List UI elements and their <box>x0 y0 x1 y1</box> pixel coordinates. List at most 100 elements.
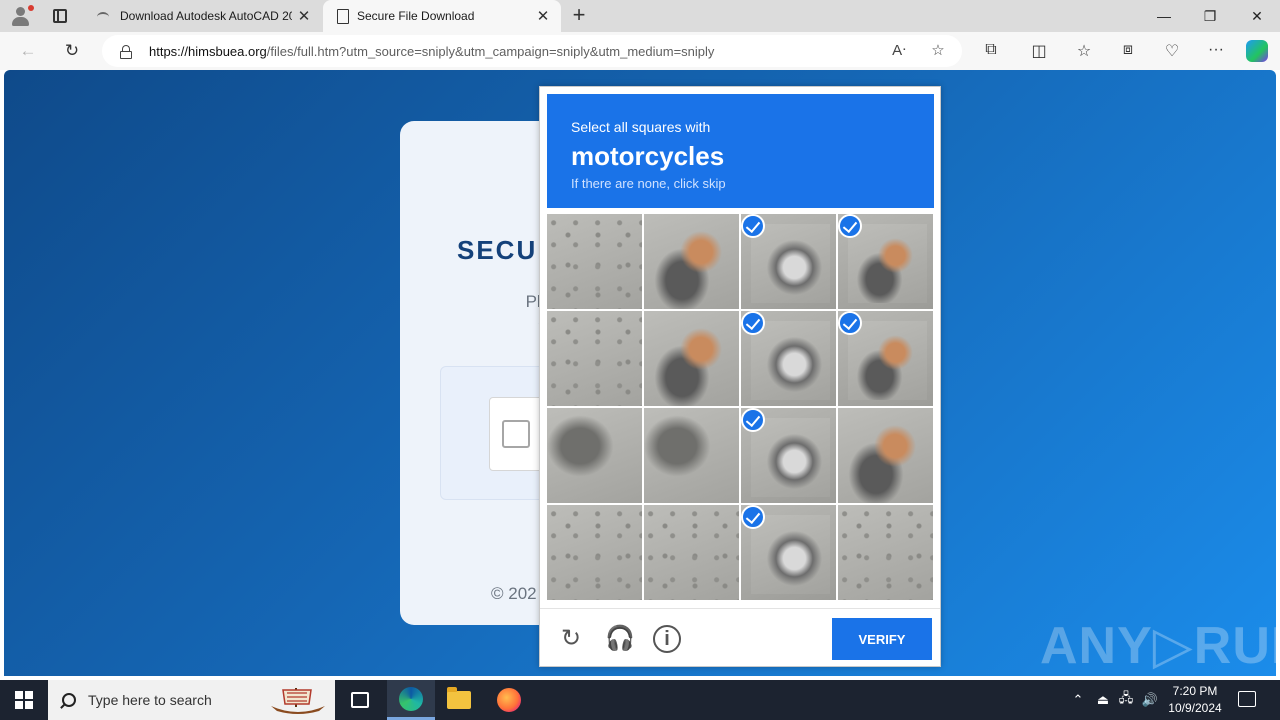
tab-title: Download Autodesk AutoCAD 20 <box>120 9 292 23</box>
read-aloud-icon[interactable]: Aᐧ <box>888 41 910 61</box>
tile-image <box>751 224 830 303</box>
notifications-icon[interactable] <box>1238 691 1256 707</box>
firefox-icon[interactable] <box>485 680 533 720</box>
tile-image <box>848 224 927 303</box>
tile-image <box>848 321 927 400</box>
tile-image <box>751 321 830 400</box>
image-tile[interactable] <box>644 214 739 309</box>
image-tile[interactable] <box>741 214 836 309</box>
tile-image <box>547 505 642 600</box>
tile-image <box>644 408 739 503</box>
image-grid <box>547 214 934 601</box>
minimize-button[interactable]: — <box>1141 0 1187 32</box>
restore-button[interactable]: ❐ <box>1187 0 1233 32</box>
copyright-text: © 202 <box>491 584 537 603</box>
copilot-icon[interactable] <box>1246 40 1268 62</box>
tile-image <box>547 311 642 406</box>
tab-close-icon[interactable]: ✕ <box>531 7 555 25</box>
selected-check-icon <box>741 505 765 529</box>
edge-taskbar-icon[interactable] <box>387 680 435 720</box>
anyrun-watermark: ANY▷RUN <box>1040 617 1276 675</box>
tile-image <box>644 505 739 600</box>
navigation-bar: ← ↻ https://himsbuea.org/files/full.htm?… <box>0 32 1280 70</box>
image-tile[interactable] <box>547 311 642 406</box>
volume-icon[interactable]: 🔊 <box>1140 680 1160 720</box>
viking-ship-icon <box>271 688 325 714</box>
collections-icon[interactable]: ⧈ <box>1117 41 1139 61</box>
tile-image <box>547 408 642 503</box>
image-tile[interactable] <box>644 408 739 503</box>
clock-time: 7:20 PM <box>1172 684 1218 698</box>
image-tile[interactable] <box>741 311 836 406</box>
tile-image <box>838 408 933 503</box>
captcha-checkbox[interactable] <box>502 420 530 448</box>
tile-image <box>547 214 642 309</box>
tile-image <box>644 214 739 309</box>
captcha-challenge: Select all squares with motorcycles If t… <box>539 86 941 667</box>
file-explorer-icon[interactable] <box>435 680 483 720</box>
audio-challenge-icon[interactable]: 🎧 <box>605 625 635 653</box>
tab-autocad[interactable]: Download Autodesk AutoCAD 20 ✕ <box>86 0 322 32</box>
selected-check-icon <box>741 214 765 238</box>
image-tile[interactable] <box>547 408 642 503</box>
network-icon[interactable]: 🖧 <box>1116 680 1136 720</box>
image-tile[interactable] <box>838 505 933 600</box>
selected-check-icon <box>838 311 862 335</box>
search-icon <box>62 693 76 707</box>
back-button[interactable]: ← <box>15 39 41 63</box>
usb-icon[interactable]: ⏏ <box>1094 680 1112 720</box>
show-hidden-icons-chevron[interactable]: ⌃ <box>1068 680 1088 720</box>
tile-image <box>751 515 830 594</box>
image-tile[interactable] <box>644 311 739 406</box>
challenge-hint: If there are none, click skip <box>571 176 726 191</box>
tab-bar: Download Autodesk AutoCAD 20 ✕ Secure Fi… <box>0 0 1280 32</box>
image-tile[interactable] <box>838 214 933 309</box>
image-tile[interactable] <box>741 505 836 600</box>
tile-image <box>838 505 933 600</box>
lock-icon[interactable] <box>120 44 132 59</box>
challenge-instruction: Select all squares with <box>571 119 711 135</box>
image-tile[interactable] <box>644 505 739 600</box>
image-tile[interactable] <box>741 408 836 503</box>
selected-check-icon <box>838 214 862 238</box>
image-tile[interactable] <box>547 505 642 600</box>
favorites-icon[interactable]: ☆ <box>1073 41 1095 61</box>
challenge-prompt: Select all squares with motorcycles If t… <box>547 94 934 208</box>
system-clock[interactable]: 7:20 PM 10/9/2024 <box>1160 683 1230 717</box>
split-screen-icon[interactable]: ◫ <box>1028 41 1050 61</box>
tile-image <box>751 418 830 497</box>
refresh-button[interactable]: ↻ <box>59 39 85 63</box>
tab-secure-file-download[interactable]: Secure File Download ✕ <box>323 0 561 32</box>
extensions-icon[interactable]: ⧉ <box>980 41 1002 61</box>
verify-button[interactable]: VERIFY <box>832 618 932 660</box>
selected-check-icon <box>741 311 765 335</box>
clock-date: 10/9/2024 <box>1168 701 1222 715</box>
challenge-object: motorcycles <box>571 141 725 171</box>
tab-actions-icon[interactable] <box>50 6 70 26</box>
tab-close-icon[interactable]: ✕ <box>292 7 316 25</box>
address-bar[interactable]: https://himsbuea.org/files/full.htm?utm_… <box>102 35 962 67</box>
close-window-button[interactable]: ✕ <box>1234 0 1280 32</box>
taskbar-search[interactable]: Type here to search <box>48 680 335 720</box>
image-tile[interactable] <box>838 408 933 503</box>
info-icon[interactable]: i <box>653 625 681 653</box>
tile-image <box>644 311 739 406</box>
profile-icon[interactable] <box>8 4 34 28</box>
url-text[interactable]: https://himsbuea.org/files/full.htm?utm_… <box>149 44 714 59</box>
challenge-footer: ↻ 🎧 i VERIFY <box>540 608 940 667</box>
taskbar: Type here to search ⌃ ⏏ 🖧 🔊 7:20 PM 10/9… <box>0 680 1280 720</box>
image-tile[interactable] <box>838 311 933 406</box>
task-view-icon[interactable] <box>336 680 384 720</box>
image-tile[interactable] <box>547 214 642 309</box>
page-icon <box>337 8 349 24</box>
tab-title: Secure File Download <box>357 9 475 23</box>
browser-essentials-icon[interactable]: ♡ <box>1161 41 1183 61</box>
reload-icon[interactable]: ↻ <box>557 625 585 653</box>
windows-start-icon[interactable] <box>15 691 33 709</box>
more-menu-icon[interactable]: ··· <box>1205 41 1227 61</box>
loading-icon <box>96 8 112 24</box>
search-placeholder: Type here to search <box>88 692 212 708</box>
new-tab-button[interactable]: + <box>567 4 591 28</box>
selected-check-icon <box>741 408 765 432</box>
favorite-star-icon[interactable]: ☆ <box>927 41 949 61</box>
